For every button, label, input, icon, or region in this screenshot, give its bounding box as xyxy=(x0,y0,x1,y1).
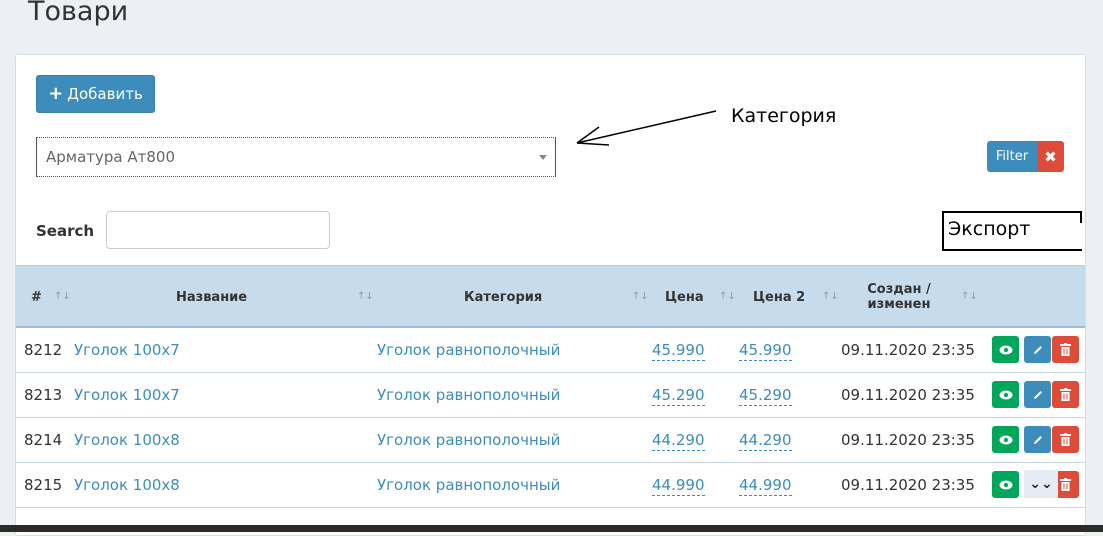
row-name-link[interactable]: Уголок 100x8 xyxy=(74,476,180,494)
header-created[interactable]: Создан / изменен xyxy=(859,282,939,312)
table-row: 8214 Уголок 100x8 Уголок равнополочный 44.2… xyxy=(16,418,1085,463)
sort-icon: ↑↓ xyxy=(357,291,374,302)
row-name-link[interactable]: Уголок 100x7 xyxy=(74,386,180,404)
eye-icon xyxy=(999,435,1013,445)
row-price2-editable[interactable]: 44.290 xyxy=(739,431,792,451)
edit-button[interactable] xyxy=(1024,381,1051,408)
row-date: 09.11.2020 23:35 xyxy=(841,431,975,449)
plus-icon: + xyxy=(48,83,64,104)
eye-icon xyxy=(999,480,1013,490)
pencil-icon xyxy=(1032,389,1044,401)
row-price-editable[interactable]: 44.290 xyxy=(652,431,705,451)
row-id: 8215 xyxy=(24,476,63,494)
category-select-value: Арматура Ат800 xyxy=(46,148,176,166)
header-category[interactable]: Категория xyxy=(464,290,542,305)
table-header: # ↑↓ Название ↑↓ Категория ↑↓ Цена ↑↓ Це… xyxy=(16,265,1085,328)
bottom-bar xyxy=(0,525,1103,532)
add-button[interactable]: + Добавить xyxy=(36,75,155,113)
row-id: 8214 xyxy=(24,431,63,449)
edit-button[interactable] xyxy=(1024,426,1051,453)
pencil-icon xyxy=(1032,434,1044,446)
table-row: 8213 Уголок 100x7 Уголок равнополочный 45.2… xyxy=(16,373,1085,418)
row-price2-editable[interactable]: 45.290 xyxy=(739,386,792,406)
delete-button[interactable] xyxy=(1052,336,1079,363)
row-date: 09.11.2020 23:35 xyxy=(841,476,975,494)
trash-icon xyxy=(1060,478,1071,491)
view-button[interactable] xyxy=(992,426,1019,453)
row-price2-editable[interactable]: 44.990 xyxy=(739,476,792,496)
sort-icon: ↑↓ xyxy=(961,291,978,302)
row-id: 8212 xyxy=(24,341,63,359)
row-category-link[interactable]: Уголок равнополочный xyxy=(377,431,560,449)
header-name[interactable]: Название xyxy=(176,290,247,305)
row-category-link[interactable]: Уголок равнополочный xyxy=(377,476,560,494)
page-title: Товари xyxy=(28,0,129,27)
table-row: 8212 Уголок 100x7 Уголок равнополочный 45.9… xyxy=(16,328,1085,373)
trash-icon xyxy=(1060,388,1071,401)
pencil-icon xyxy=(1032,344,1044,356)
row-id: 8213 xyxy=(24,386,63,404)
caret-down-icon xyxy=(539,155,547,160)
sort-icon: ↑↓ xyxy=(719,291,736,302)
row-name-link[interactable]: Уголок 100x8 xyxy=(74,431,180,449)
row-price-editable[interactable]: 45.290 xyxy=(652,386,705,406)
sort-icon: ↑↓ xyxy=(54,291,71,302)
view-button[interactable] xyxy=(992,471,1019,498)
row-date: 09.11.2020 23:35 xyxy=(841,386,975,404)
view-button[interactable] xyxy=(992,336,1019,363)
filter-button[interactable]: Filter xyxy=(987,141,1037,172)
delete-button[interactable] xyxy=(1052,426,1079,453)
view-button[interactable] xyxy=(992,381,1019,408)
annotation-category-label: Категория xyxy=(731,105,837,127)
search-label: Search xyxy=(36,222,95,240)
row-name-link[interactable]: Уголок 100x7 xyxy=(74,341,180,359)
category-select[interactable]: Арматура Ат800 xyxy=(36,137,556,177)
row-category-link[interactable]: Уголок равнополочный xyxy=(377,386,560,404)
search-input[interactable] xyxy=(106,211,330,249)
row-price2-editable[interactable]: 45.990 xyxy=(739,341,792,361)
row-price-editable[interactable]: 45.990 xyxy=(652,341,705,361)
header-price2[interactable]: Цена 2 xyxy=(753,290,805,305)
row-category-link[interactable]: Уголок равнополочный xyxy=(377,341,560,359)
content-box: + Добавить Арматура Ат800 Категория Filt… xyxy=(15,54,1086,536)
row-date: 09.11.2020 23:35 xyxy=(841,341,975,359)
table-row: 8215 Уголок 100x8 Уголок равнополочный 44.9… xyxy=(16,463,1085,508)
eye-icon xyxy=(999,390,1013,400)
edit-button[interactable] xyxy=(1024,336,1051,363)
annotation-arrow xyxy=(576,110,717,146)
add-button-label: Добавить xyxy=(67,85,143,103)
clear-filter-button[interactable]: ✖ xyxy=(1037,141,1064,172)
sort-icon: ↑↓ xyxy=(822,291,839,302)
delete-button[interactable] xyxy=(1052,381,1079,408)
header-id[interactable]: # xyxy=(31,290,42,305)
row-price-editable[interactable]: 44.990 xyxy=(652,476,705,496)
header-price[interactable]: Цена xyxy=(665,290,704,305)
export-label[interactable]: Экспорт xyxy=(942,211,1082,251)
eye-icon xyxy=(999,345,1013,355)
sort-icon: ↑↓ xyxy=(632,291,649,302)
trash-icon xyxy=(1060,433,1071,446)
scroll-down-icon[interactable]: ⌄⌄ xyxy=(1024,470,1058,498)
trash-icon xyxy=(1060,343,1071,356)
